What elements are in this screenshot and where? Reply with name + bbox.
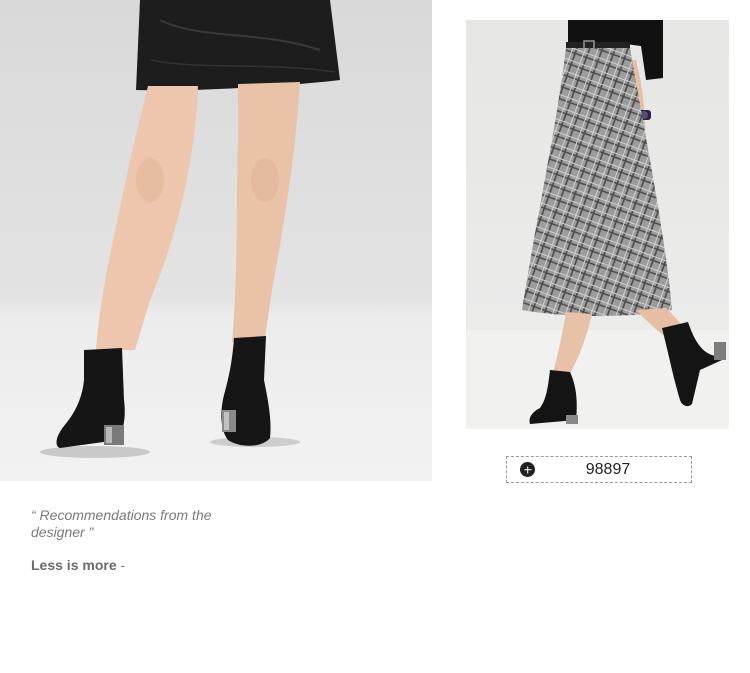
tagline-strong: Less is more [31, 557, 117, 573]
photo-right-illustration [466, 20, 729, 429]
designer-tagline: Less is more - [31, 557, 125, 573]
photo-left-illustration [40, 0, 340, 458]
sku-tag[interactable]: 98897 [506, 456, 692, 483]
tagline-suffix: - [116, 557, 126, 573]
plus-circle-icon[interactable] [520, 462, 535, 477]
product-photo-left [0, 0, 432, 481]
product-photo-right [466, 20, 729, 429]
designer-recommendation-quote: “ Recommendations from the designer ” [31, 507, 212, 540]
